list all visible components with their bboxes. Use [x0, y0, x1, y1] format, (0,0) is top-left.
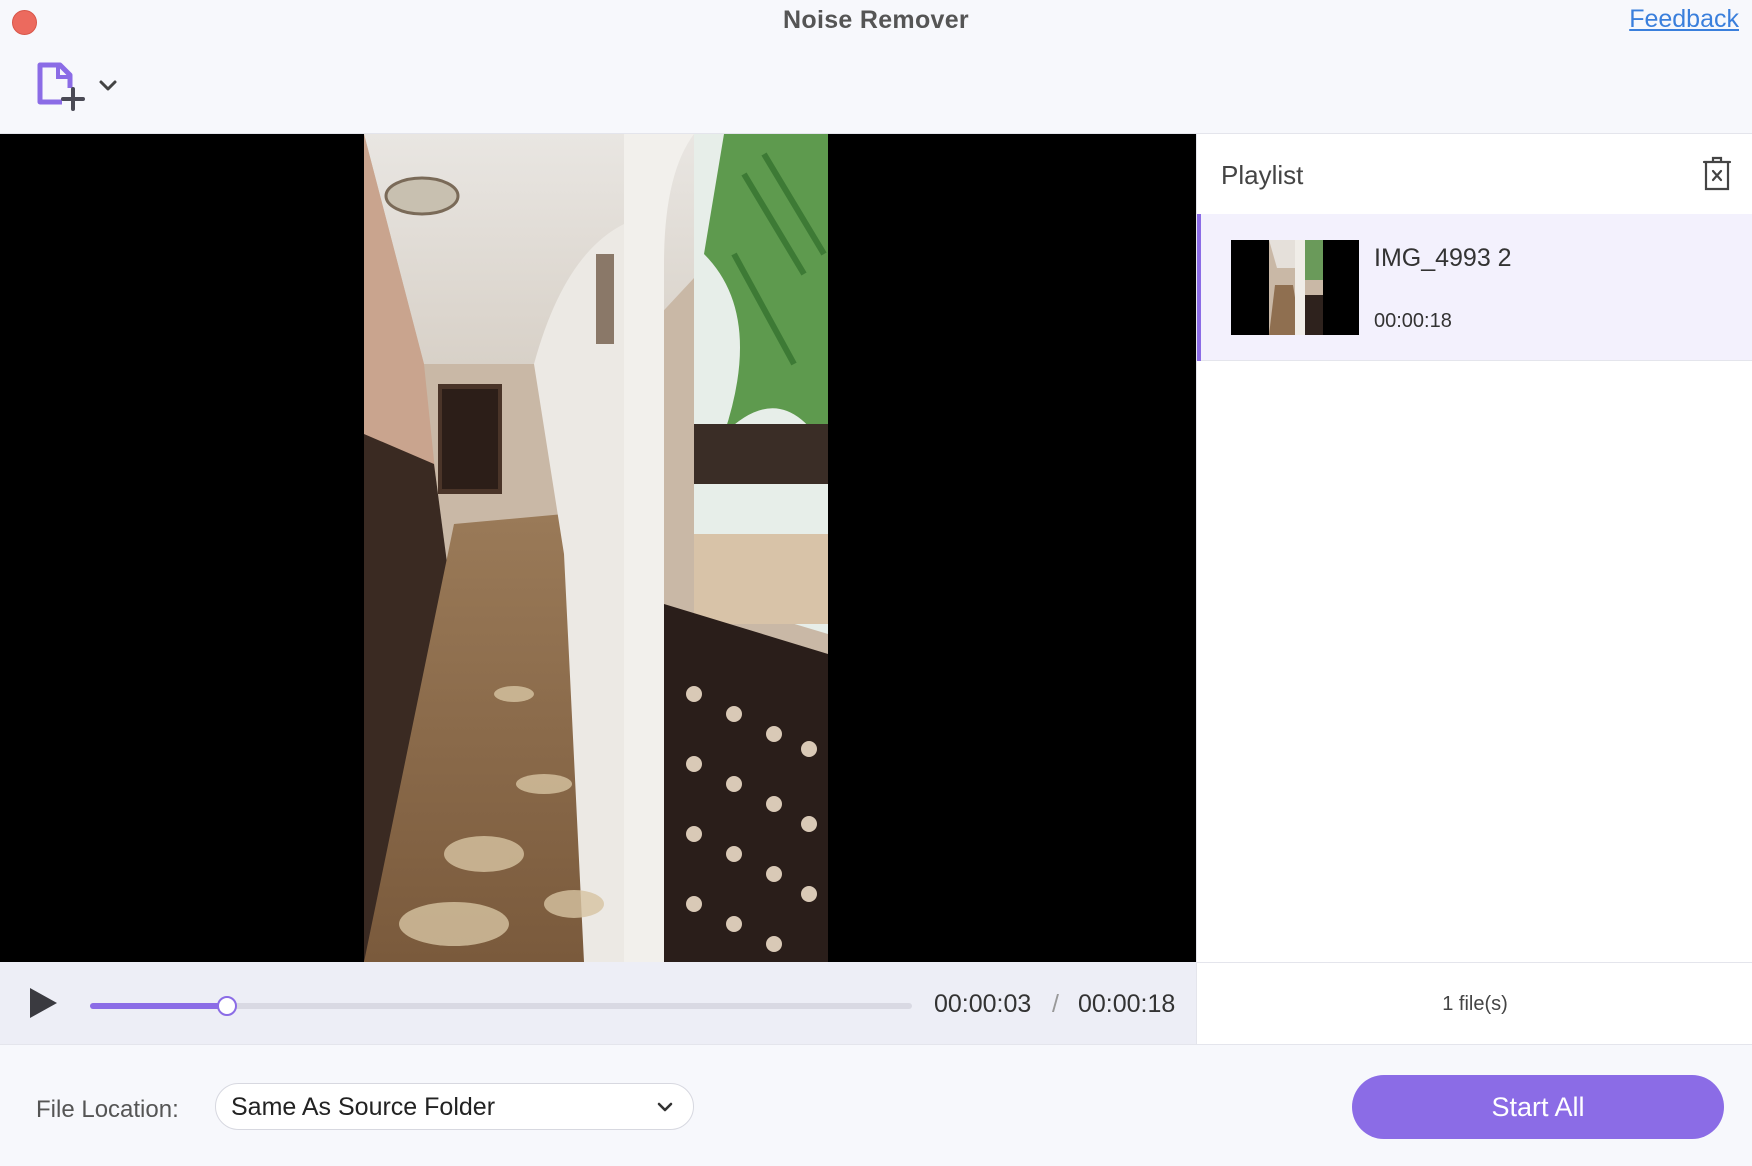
playlist-item[interactable]: IMG_4993 2 00:00:18	[1197, 214, 1752, 361]
playlist-item-name: IMG_4993 2	[1374, 244, 1512, 272]
title-bar: Noise Remover Feedback	[0, 0, 1752, 42]
seek-bar[interactable]	[90, 996, 912, 1016]
selected-indicator	[1197, 214, 1201, 361]
app-title: Noise Remover	[783, 6, 969, 34]
video-thumbnail	[1231, 240, 1359, 335]
trash-icon[interactable]	[1701, 156, 1733, 192]
start-all-button[interactable]: Start All	[1352, 1075, 1724, 1139]
seek-bar-progress	[90, 1003, 228, 1009]
seek-handle[interactable]	[217, 996, 238, 1016]
play-icon[interactable]	[26, 986, 60, 1020]
file-location-select[interactable]: Same As Source Folder	[215, 1083, 694, 1130]
file-location-value: Same As Source Folder	[231, 1093, 496, 1121]
add-file-icon[interactable]	[36, 62, 88, 114]
file-location-label: File Location:	[36, 1096, 179, 1123]
video-preview[interactable]	[0, 134, 1196, 962]
playlist-footer: 1 file(s)	[1197, 962, 1752, 1044]
video-frame	[364, 134, 828, 962]
playlist-item-duration: 00:00:18	[1374, 310, 1452, 332]
feedback-link[interactable]: Feedback	[1629, 5, 1739, 34]
player-controls: 00:00:03 / 00:00:18	[0, 962, 1196, 1044]
chevron-down-icon[interactable]	[98, 78, 118, 92]
total-time: 00:00:18	[1078, 990, 1176, 1018]
playlist-panel: Playlist IMG_4993 2 00:00:18 1 file(s)	[1196, 134, 1752, 1044]
playlist-title: Playlist	[1221, 160, 1304, 190]
current-time: 00:00:03	[934, 990, 1032, 1018]
chevron-down-icon	[657, 1100, 673, 1112]
bottom-divider	[0, 1044, 1752, 1045]
file-count: 1 file(s)	[1442, 993, 1508, 1015]
time-separator: /	[1052, 990, 1059, 1018]
